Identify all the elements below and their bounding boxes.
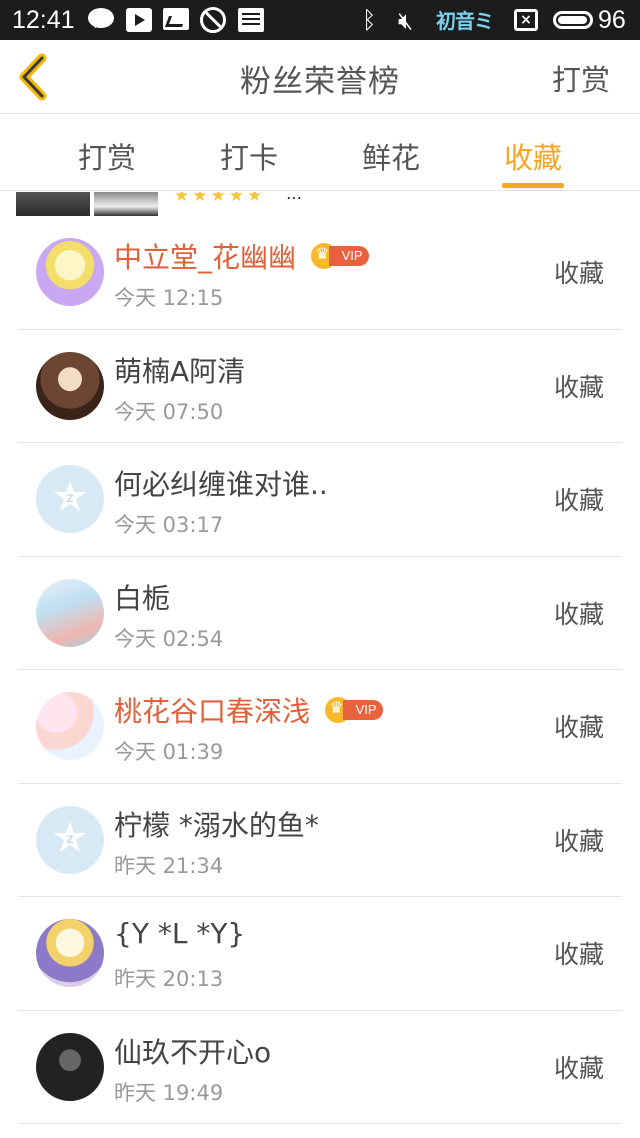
timestamp: 昨天 20:13 (114, 967, 224, 991)
vip-badge: VIP (325, 697, 384, 723)
avatar[interactable] (36, 351, 104, 420)
collect-label: 收藏 (553, 713, 604, 742)
battery-level: 96 (598, 6, 626, 34)
vip-label: VIP (343, 700, 384, 720)
user-name: 萌楠A阿清 (114, 354, 246, 388)
partial-thumbnail (16, 192, 90, 216)
partial-thumbnail (94, 192, 158, 216)
tab-reward[interactable]: 打赏 (57, 135, 157, 177)
partial-list-item: ★★★★★ … (0, 192, 640, 216)
rating-stars-icon: ★★★★★ (174, 192, 266, 206)
collect-label: 收藏 (553, 599, 604, 629)
default-avatar-icon: Z (54, 481, 86, 511)
avatar[interactable]: Z (36, 805, 104, 874)
block-icon (200, 7, 226, 33)
mute-icon: 🔇︎ (398, 7, 414, 35)
avatar[interactable] (36, 1032, 104, 1101)
brand-icon: 初音ミク (436, 9, 494, 62)
page-title: 粉丝荣誉榜 (240, 64, 400, 100)
timestamp: 今天 01:39 (114, 740, 224, 764)
list-item[interactable]: 萌楠A阿清 今天 07:50 收藏 (0, 330, 640, 444)
name-line: 白栀 (114, 577, 170, 617)
list-item[interactable]: 中立堂_花幽幽 VIP 今天 12:15 收藏 (0, 216, 640, 330)
collect-label: 收藏 (553, 940, 604, 969)
partial-text: … (286, 192, 302, 203)
tab-flowers[interactable]: 鲜花 (341, 135, 441, 177)
name-line: 萌楠A阿清 (114, 350, 245, 390)
sim-icon: × (514, 9, 538, 31)
user-name: 中立堂_花幽幽 (114, 241, 297, 274)
list-item[interactable]: 白栀 今天 02:54 收藏 (0, 557, 640, 671)
name-line: 何必纠缠谁对谁.. (114, 463, 328, 503)
timestamp: 昨天 21:34 (114, 853, 224, 878)
bluetooth-icon: ᛒ (362, 6, 377, 34)
avatar[interactable] (36, 238, 104, 306)
name-line: 仙玖不开心o (114, 1031, 271, 1071)
timestamp: 昨天 19:49 (114, 1080, 224, 1105)
news-icon (238, 8, 264, 32)
video-play-icon (126, 8, 152, 32)
collect-label: 收藏 (553, 486, 604, 515)
tab-collect[interactable]: 收藏 (483, 135, 583, 177)
user-name: 白栀 (114, 581, 171, 615)
status-time: 12:41 (12, 6, 75, 34)
list-item[interactable]: Z 何必纠缠谁对谁.. 今天 03:17 收藏 (0, 443, 640, 557)
list-item[interactable]: {Y *L *Y} 昨天 20:13 收藏 (0, 897, 640, 1011)
user-name: 仙玖不开心o (114, 1035, 272, 1069)
timestamp: 今天 07:50 (114, 399, 224, 424)
avatar[interactable] (36, 692, 104, 760)
default-avatar-icon: Z (54, 821, 86, 852)
battery-icon (553, 11, 593, 29)
vip-badge: VIP (311, 243, 370, 269)
collect-label: 收藏 (553, 1053, 604, 1083)
user-name: 何必纠缠谁对谁.. (114, 468, 328, 501)
avatar[interactable]: Z (36, 465, 104, 533)
name-line: 桃花谷口春深浅 VIP (114, 690, 384, 730)
list-item[interactable]: 仙玖不开心o 昨天 19:49 收藏 (0, 1011, 640, 1125)
collect-label: 收藏 (553, 259, 604, 288)
list-item[interactable]: Z 柠檬 *溺水的鱼* 昨天 21:34 收藏 (0, 784, 640, 898)
picture-icon (163, 8, 189, 30)
user-name: 桃花谷口春深浅 (114, 695, 311, 728)
name-line: 柠檬 *溺水的鱼* (114, 804, 319, 844)
vip-label: VIP (329, 246, 370, 266)
reward-button[interactable]: 打赏 (552, 57, 610, 99)
avatar[interactable] (36, 919, 104, 987)
avatar[interactable] (36, 578, 104, 647)
status-bar: 12:41 ᛒ 🔇︎ 初音ミク × 96 (0, 0, 640, 62)
chat-icon (88, 8, 114, 28)
header-bar: 粉丝荣誉榜 打赏 (0, 40, 640, 114)
svg-text:Z: Z (67, 493, 74, 505)
tab-checkin[interactable]: 打卡 (199, 135, 299, 177)
timestamp: 今天 12:15 (114, 286, 224, 310)
tab-bar: 打赏 打卡 鲜花 收藏 (0, 115, 640, 191)
timestamp: 今天 03:17 (114, 513, 224, 537)
name-line: {Y *L *Y} (114, 917, 245, 957)
collect-label: 收藏 (553, 826, 604, 856)
timestamp: 今天 02:54 (114, 626, 224, 651)
user-name: 柠檬 *溺水的鱼* (114, 808, 319, 842)
list-item[interactable]: 桃花谷口春深浅 VIP 今天 01:39 收藏 (0, 670, 640, 784)
name-line: 中立堂_花幽幽 VIP (114, 236, 370, 276)
svg-text:Z: Z (67, 834, 74, 846)
collect-label: 收藏 (553, 372, 604, 402)
user-name: {Y *L *Y} (114, 917, 246, 950)
fan-list: 中立堂_花幽幽 VIP 今天 12:15 收藏 萌楠A阿清 今天 07:50 收… (0, 216, 640, 1124)
active-tab-indicator (502, 183, 564, 188)
